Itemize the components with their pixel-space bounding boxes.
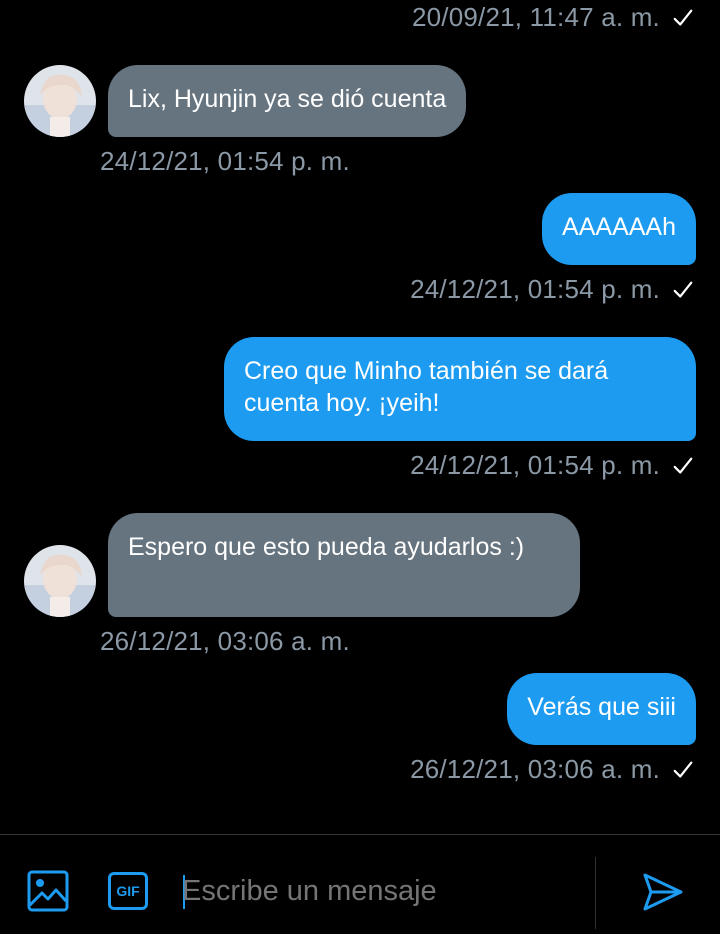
message-timestamp: 26/12/21, 03:06 a. m. [100,626,350,657]
message-text: Espero que esto pueda ayudarlos :) [128,533,525,561]
timestamp-text: 20/09/21, 11:47 a. m. [411,2,660,32]
send-icon[interactable] [638,867,688,917]
checkmark-icon [672,455,694,477]
message-text: Creo que Minho también se dará cuenta ho… [244,357,609,417]
message-text: AAAAAAh [562,213,676,241]
timestamp-text: 24/12/21, 01:54 p. m. [410,274,660,304]
timestamp-text: 24/12/21, 01:54 p. m. [100,146,350,176]
timestamp-text: 26/12/21, 03:06 a. m. [410,754,660,784]
checkmark-icon [672,7,694,29]
checkmark-icon [672,279,694,301]
message-timestamp: 26/12/21, 03:06 a. m. [410,754,694,785]
message-bubble-incoming[interactable]: Espero que esto pueda ayudarlos :) [108,513,580,617]
message-composer: GIF [0,834,720,934]
gif-icon[interactable]: GIF [104,867,152,915]
message-bubble-outgoing[interactable]: Creo que Minho también se dará cuenta ho… [224,337,696,441]
message-bubble-outgoing[interactable]: AAAAAAh [542,193,696,265]
message-timestamp: 24/12/21, 01:54 p. m. [410,450,694,481]
avatar[interactable] [24,545,96,617]
timestamp-text: 26/12/21, 03:06 a. m. [100,626,350,656]
gif-label: GIF [116,883,140,899]
timestamp-text: 24/12/21, 01:54 p. m. [410,450,660,480]
checkmark-icon [672,759,694,781]
image-icon[interactable] [24,867,72,915]
message-input[interactable] [182,869,572,913]
message-text: Lix, Hyunjin ya se dió cuenta [128,85,447,113]
message-text: Verás que siii [527,693,676,721]
avatar[interactable] [24,65,96,137]
message-bubble-incoming[interactable]: Lix, Hyunjin ya se dió cuenta [108,65,467,137]
conversation-thread: 20/09/21, 11:47 a. m. Lix, Hyunjin ya se… [0,0,720,834]
message-timestamp: 24/12/21, 01:54 p. m. [100,146,350,177]
message-bubble-outgoing[interactable]: Verás que siii [507,673,696,745]
composer-divider [595,857,596,929]
message-timestamp: 24/12/21, 01:54 p. m. [410,274,694,305]
message-timestamp: 20/09/21, 11:47 a. m. [412,2,694,33]
